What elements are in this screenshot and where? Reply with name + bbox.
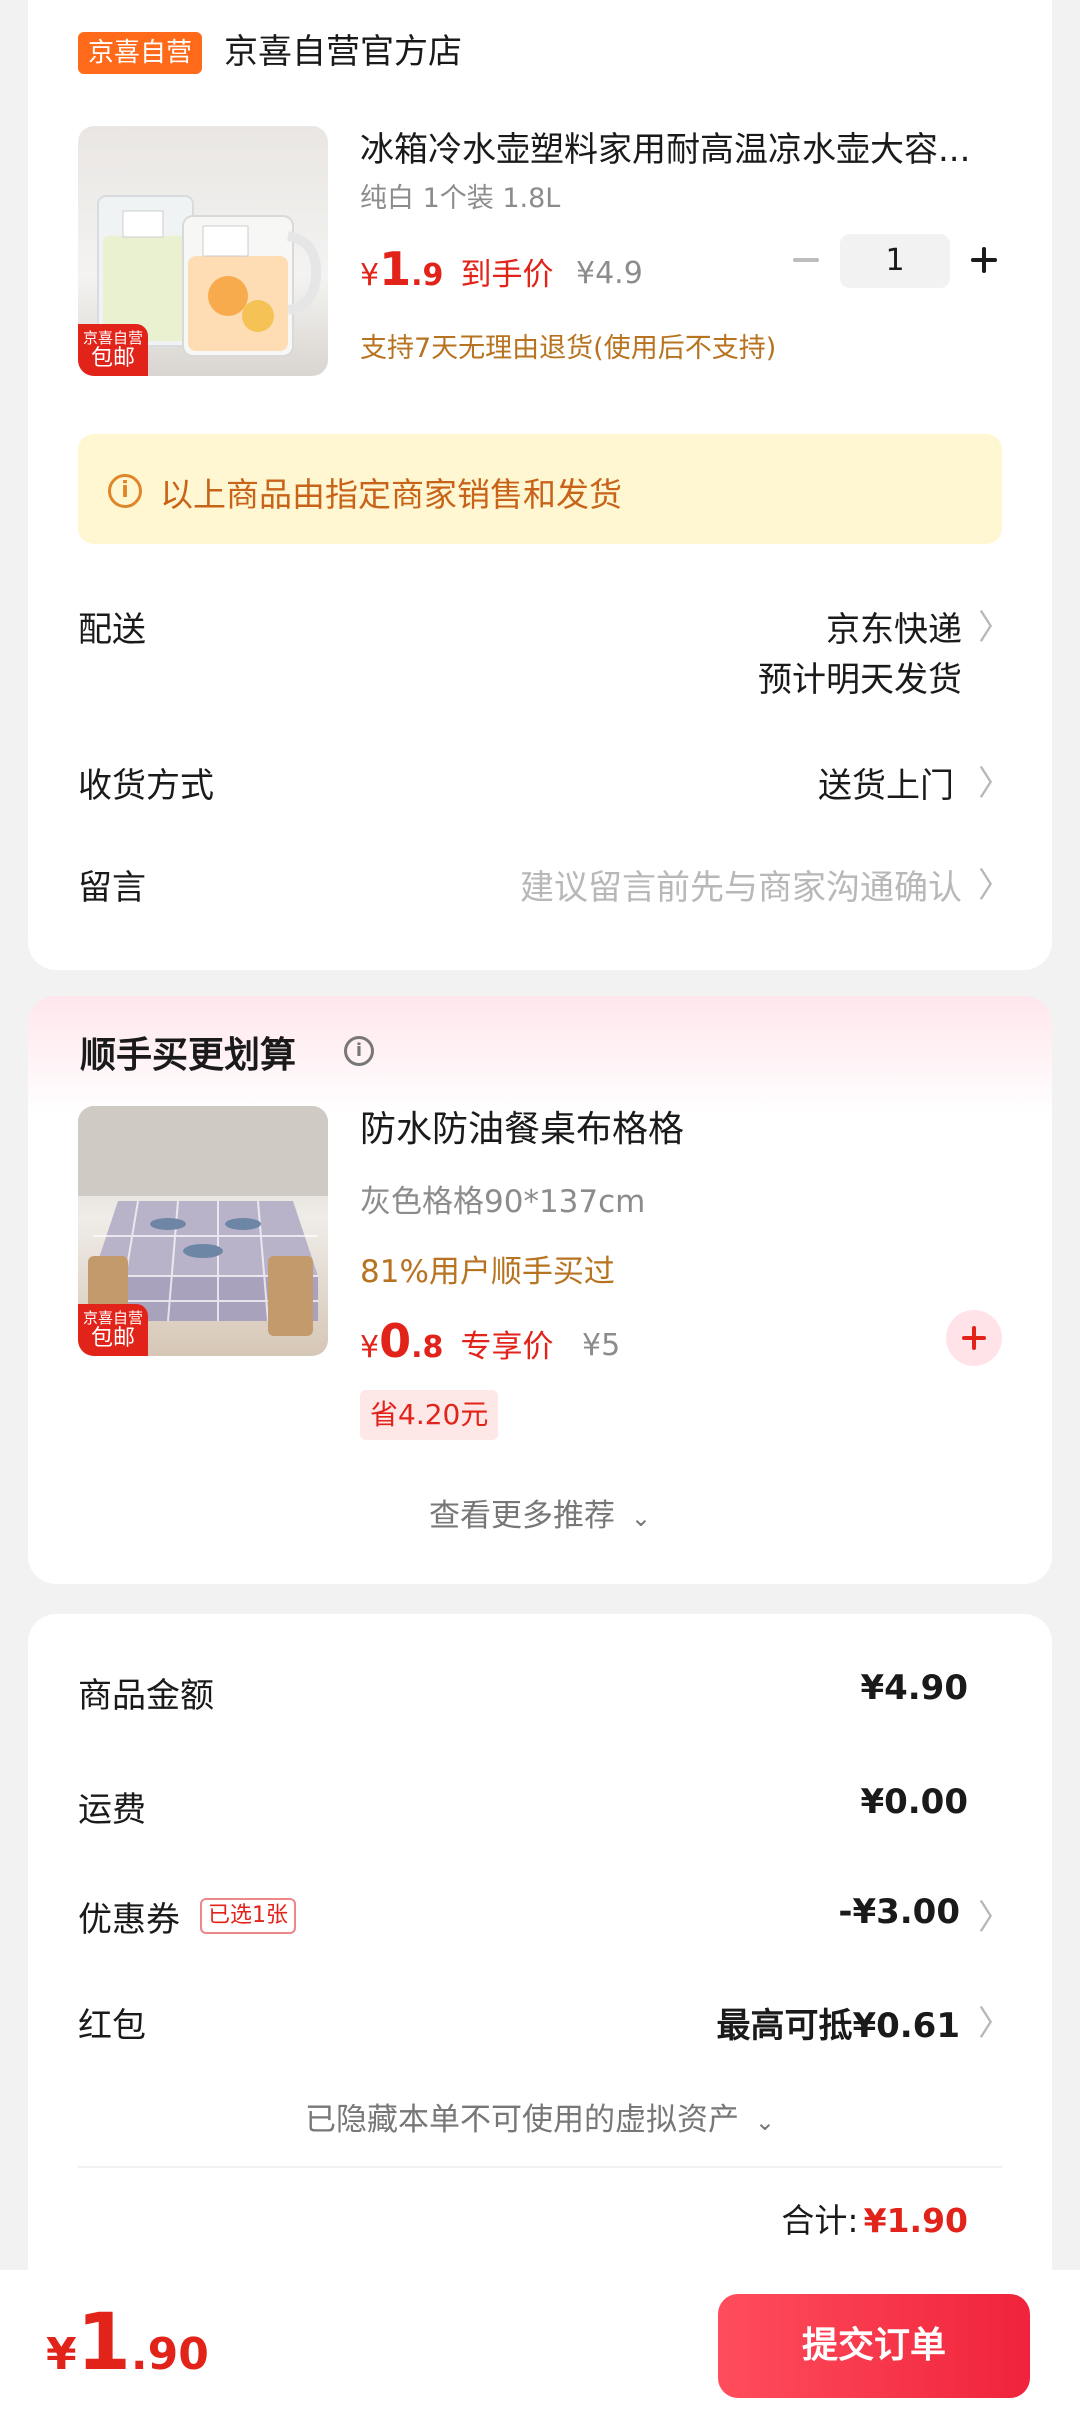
price-int: 1 [379,242,412,296]
price-label: 到手价 [460,257,554,293]
bottom-price-int: 1 [76,2298,131,2388]
redpack-value[interactable]: 最高可抵¥0.61 [716,1998,960,2047]
goods-amount-label: 商品金额 [78,1676,214,1716]
quantity-decrease-button[interactable] [786,240,826,280]
hidden-assets-toggle[interactable]: 已隐藏本单不可使用的虚拟资产 ⌄ [28,2094,1052,2139]
recommend-info-icon[interactable]: i [344,1036,374,1066]
coupon-value[interactable]: -¥3.00 [838,1892,960,1932]
recommend-more-text: 查看更多推荐 [429,1498,616,1534]
total-row: 合计: ¥1.90 [781,2194,968,2242]
message-chevron-icon[interactable]: 〉 [978,858,1012,907]
recommend-price: ¥0.8 专享价 [360,1314,553,1368]
delivery-estimate: 预计明天发货 [758,660,962,700]
recommend-shipping-badge-line1: 京喜自营 [82,1309,143,1327]
store-tag: 京喜自营 [78,32,203,74]
recommend-more-link[interactable]: 查看更多推荐 ⌄ [28,1490,1052,1535]
recommend-price-label: 专享价 [460,1329,554,1365]
shipping-badge: 京喜自营 包邮 [78,324,148,376]
product-image[interactable]: 京喜自营 包邮 [78,126,328,376]
store-name[interactable]: 京喜自营官方店 [224,28,462,76]
original-price: ¥4.9 [576,256,643,291]
bottom-price-dec: .90 [130,2329,209,2380]
freight-label: 运费 [78,1790,146,1830]
receive-method-chevron-icon[interactable]: 〉 [978,756,1012,805]
info-icon: i [108,474,142,508]
recommend-save-badge: 省4.20元 [360,1390,499,1440]
recommend-original-price: ¥5 [582,1328,621,1363]
recommend-card: 顺手买更划算 i 京喜自营 包邮 防水防油餐桌布格格 灰色格格90*137cm … [28,996,1052,1584]
recommend-price-symbol: ¥ [360,1330,380,1365]
quantity-increase-button[interactable] [964,240,1004,280]
bottom-price-symbol: ¥ [46,2329,77,2380]
total-value: ¥1.90 [863,2201,968,2240]
product-title[interactable]: 冰箱冷水壶塑料家用耐高温凉水壶大容... [360,126,1020,174]
shipping-badge-line1: 京喜自营 [82,329,143,347]
delivery-label: 配送 [78,610,146,650]
summary-divider [78,2166,1002,2168]
hidden-assets-text: 已隐藏本单不可使用的虚拟资产 [305,2102,740,2138]
recommend-price-int: 0 [379,1314,412,1368]
coupon-chevron-icon[interactable]: 〉 [978,1890,1012,1939]
seller-notice-text: 以上商品由指定商家销售和发货 [160,475,622,514]
receive-method-label: 收货方式 [78,766,214,806]
recommend-social-proof: 81%用户顺手买过 [360,1254,615,1290]
recommend-add-button[interactable] [946,1310,1002,1366]
freight-value: ¥0.00 [860,1782,968,1822]
checkout-bar: ¥1.90 提交订单 [0,2270,1080,2427]
delivery-chevron-icon[interactable]: 〉 [978,600,1012,649]
redpack-label: 红包 [78,2006,146,2046]
price-dec: .9 [411,258,444,293]
delivery-value[interactable]: 京东快递 [826,602,962,651]
recommend-price-dec: .8 [411,1330,444,1365]
submit-order-button[interactable]: 提交订单 [718,2294,1030,2398]
recommend-product-image[interactable]: 京喜自营 包邮 [78,1106,328,1356]
recommend-title: 顺手买更划算 [80,1035,297,1076]
product-spec[interactable]: 纯白 1个装 1.8L [360,176,560,215]
message-input[interactable]: 建议留言前先与商家沟通确认 [520,860,962,909]
summary-card: 商品金额 ¥4.90 运费 ¥0.00 优惠券 已选1张 -¥3.00 〉 红包… [28,1614,1052,2314]
redpack-chevron-icon[interactable]: 〉 [978,1996,1012,2045]
quantity-input[interactable]: 1 [840,234,950,288]
shipping-badge-line2: 包邮 [90,346,135,371]
seller-notice: i 以上商品由指定商家销售和发货 [78,434,1002,544]
recommend-product-title[interactable]: 防水防油餐桌布格格 [360,1106,684,1154]
return-policy: 支持7天无理由退货(使用后不支持) [360,333,777,364]
recommend-shipping-badge-line2: 包邮 [90,1326,135,1351]
message-label: 留言 [78,868,146,908]
chevron-down-icon: ⌄ [754,2108,775,2136]
product-price: ¥1.9 到手价 [360,242,553,296]
coupon-label: 优惠券 [78,1900,180,1940]
recommend-shipping-badge: 京喜自营 包邮 [78,1304,148,1356]
receive-method-value[interactable]: 送货上门 [818,758,954,807]
chevron-down-icon: ⌄ [630,1504,651,1532]
recommend-product-spec: 灰色格格90*137cm [360,1184,646,1220]
total-label: 合计: [781,2201,859,2240]
bottom-total-price: ¥1.90 [46,2298,209,2388]
goods-amount-value: ¥4.90 [860,1668,968,1708]
price-symbol: ¥ [360,258,380,293]
coupon-selected-tag: 已选1张 [200,1898,296,1934]
order-card: 京喜自营 京喜自营官方店 京喜自营 包邮 冰箱冷水壶塑料家用耐高温凉水壶大容..… [28,0,1052,970]
